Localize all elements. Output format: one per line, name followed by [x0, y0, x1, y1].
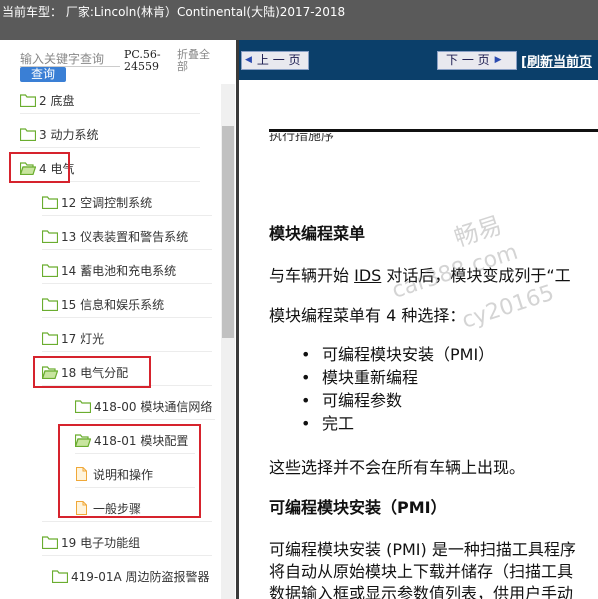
list-item: 完工 — [301, 412, 494, 435]
folder-icon — [42, 331, 58, 345]
paragraph-ids: 与车辆开始 IDS 对话后，模块变成列于“工 — [269, 262, 571, 286]
highlight-box-module-configuration — [58, 424, 201, 518]
folder-icon — [42, 297, 58, 311]
row-divider — [75, 419, 215, 420]
row-divider — [42, 351, 212, 352]
collapse-all-link[interactable]: 折叠全部 — [177, 49, 217, 73]
search-input[interactable] — [20, 51, 120, 67]
row-divider — [42, 555, 212, 556]
tree-item-label: 3 动力系统 — [39, 127, 99, 142]
watermark-text: cy20165 — [459, 280, 558, 334]
paragraph-note: 这些选择并不会在所有车辆上出现。 — [269, 458, 526, 477]
tree-item-label: 2 底盘 — [39, 93, 75, 108]
paragraph-pmi-line: 将自动从原始模块上下载并储存（扫描工具 — [269, 562, 574, 581]
watermark-text: 畅易 — [450, 210, 506, 253]
next-page-label: 下 一 页 — [446, 53, 490, 67]
list-item: 可编程模块安装（PMI） — [301, 343, 494, 366]
tree-item-label: 12 空调控制系统 — [61, 195, 153, 210]
left-triangle-icon: ◀ — [245, 55, 252, 65]
tree-scrollbar-thumb[interactable] — [222, 126, 234, 338]
document-panel: ◀ 上 一 页 下 一 页 ▶ [刷新当前页 执行措施序 模块编程菜单 与车辆开… — [239, 40, 598, 599]
page-navigation-bar: ◀ 上 一 页 下 一 页 ▶ [刷新当前页 — [239, 40, 598, 80]
document-content: 执行措施序 模块编程菜单 与车辆开始 IDS 对话后，模块变成列于“工 模块编程… — [239, 80, 598, 599]
section-heading-module-programming: 模块编程菜单 — [269, 224, 366, 243]
paragraph-text: 与车辆开始 — [269, 266, 355, 285]
row-divider — [20, 113, 200, 114]
row-divider — [42, 521, 212, 522]
row-divider — [42, 215, 212, 216]
folder-icon — [42, 535, 58, 549]
tree-item-label: 15 信息和娱乐系统 — [61, 297, 165, 312]
cut-off-heading: 执行措施序 — [269, 129, 335, 144]
paragraph-text: 对话后，模块变成列于“工 — [381, 266, 571, 285]
tree-item-label: 418-00 模块通信网络 — [94, 399, 213, 414]
list-item: 可编程参数 — [301, 389, 494, 412]
ids-link[interactable]: IDS — [354, 266, 381, 285]
prev-page-button[interactable]: ◀ 上 一 页 — [241, 51, 309, 70]
next-page-button[interactable]: 下 一 页 ▶ — [437, 51, 517, 70]
section-rule — [269, 129, 598, 132]
paragraph-pmi-line: 数据输入框或显示参数值列表，供用户手动 — [269, 584, 574, 599]
refresh-page-link[interactable]: [刷新当前页 — [521, 51, 592, 70]
folder-icon — [20, 93, 36, 107]
row-divider — [42, 249, 212, 250]
tree-item[interactable]: 19 电子功能组 — [42, 529, 140, 555]
highlight-box-electrical — [9, 152, 70, 183]
right-triangle-icon: ▶ — [494, 55, 502, 65]
left-panel: 查询 PC.56-24559 折叠全部 2 底盘 3 动力系统 4 电气 12 … — [0, 40, 236, 599]
folder-icon — [52, 569, 68, 583]
tree-item-label: 17 灯光 — [61, 331, 105, 346]
tree-item[interactable]: 15 信息和娱乐系统 — [42, 291, 164, 317]
paragraph-pmi-line: 可编程模块安装 (PMI) 是一种扫描工具程序 — [269, 540, 576, 559]
folder-icon — [42, 229, 58, 243]
folder-icon — [42, 263, 58, 277]
search-area: 查询 PC.56-24559 折叠全部 — [0, 40, 236, 84]
folder-icon — [42, 195, 58, 209]
vehicle-title: 当前车型： 厂家:Lincoln(林肯）Continental(大陆)2017-… — [2, 5, 346, 19]
folder-icon — [75, 399, 91, 413]
tree-item[interactable]: 418-00 模块通信网络 — [75, 393, 212, 419]
tree-item[interactable]: 419-01A 周边防盗报警器 — [52, 563, 210, 589]
row-divider — [42, 317, 212, 318]
tree-item[interactable]: 3 动力系统 — [20, 121, 98, 147]
tree-item-label: 19 电子功能组 — [61, 535, 141, 550]
tree-item-label: 419-01A 周边防盗报警器 — [71, 569, 210, 584]
title-bar: 当前车型： 厂家:Lincoln(林肯）Continental(大陆)2017-… — [0, 0, 598, 40]
section-heading-pmi: 可编程模块安装（PMI） — [269, 498, 447, 517]
tree-item[interactable]: 13 仪表装置和警告系统 — [42, 223, 188, 249]
pc-code: PC.56-24559 — [124, 48, 161, 73]
tree-item[interactable]: 14 蓄电池和充电系统 — [42, 257, 176, 283]
list-item: 模块重新编程 — [301, 366, 494, 389]
highlight-box-electrical-distribution — [33, 356, 151, 388]
folder-icon — [20, 127, 36, 141]
paragraph-choices: 模块编程菜单有 4 种选择： — [269, 306, 466, 325]
query-button[interactable]: 查询 — [20, 67, 66, 82]
prev-page-label: 上 一 页 — [256, 53, 301, 67]
tree-item-label: 13 仪表装置和警告系统 — [61, 229, 189, 244]
tree-item-label: 14 蓄电池和充电系统 — [61, 263, 177, 278]
row-divider — [42, 283, 212, 284]
programming-options-list: 可编程模块安装（PMI） 模块重新编程 可编程参数 完工 — [301, 343, 494, 435]
tree-item[interactable]: 12 空调控制系统 — [42, 189, 152, 215]
row-divider — [20, 147, 200, 148]
tree-item[interactable]: 17 灯光 — [42, 325, 104, 351]
tree-item[interactable]: 2 底盘 — [20, 87, 74, 113]
